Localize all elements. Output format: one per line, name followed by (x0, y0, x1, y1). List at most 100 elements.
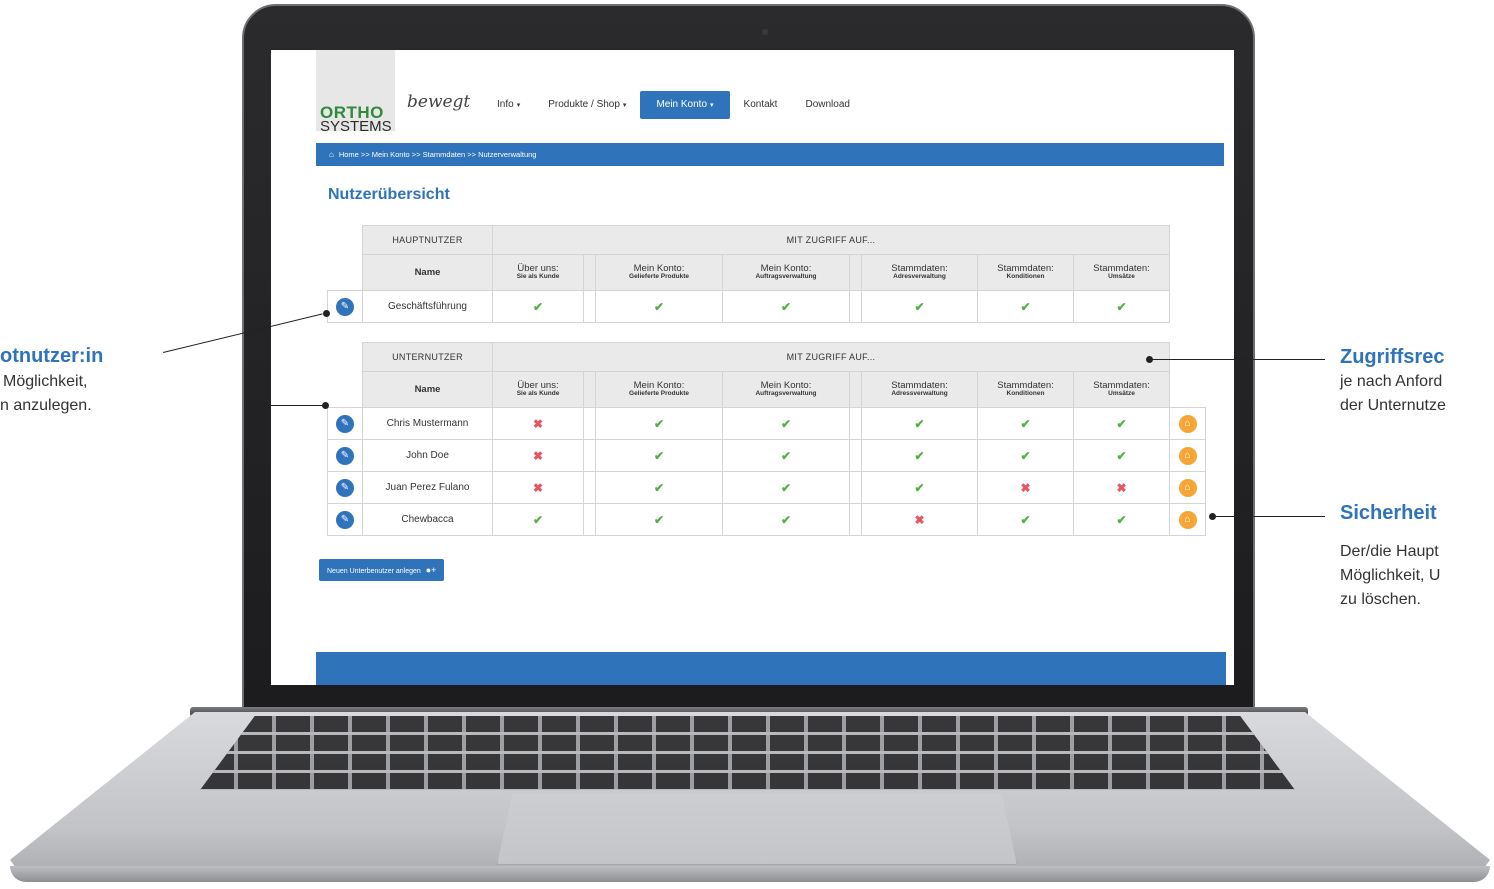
laptop-screen: ORTHO SYSTEMS bewegt Info ▾ Produkte / Sho… (271, 50, 1234, 685)
trash-icon[interactable]: ⌂ (1178, 478, 1197, 497)
nav-item-mein-konto[interactable]: Mein Konto ▾ (640, 91, 730, 119)
access-cell[interactable]: ✔ (722, 471, 850, 504)
column-gap (583, 503, 596, 536)
access-cell[interactable]: ✔ (861, 439, 978, 472)
trash-icon[interactable]: ⌂ (1178, 414, 1197, 433)
access-cell[interactable]: ✔ (595, 290, 723, 323)
access-cell[interactable]: ✔ (722, 503, 850, 536)
access-cell[interactable]: ✔ (492, 503, 584, 536)
logo-tagline: bewegt (407, 92, 471, 112)
nav-label: Mein Konto (656, 99, 708, 110)
check-icon: ✔ (780, 512, 792, 527)
cross-icon: ✖ (532, 448, 544, 463)
cross-icon: ✖ (1020, 480, 1031, 495)
column-header-sub: Auftragsverwaltung (755, 390, 817, 398)
column-header-sub: Adressverwaltung (891, 390, 948, 398)
check-icon: ✔ (1116, 448, 1127, 463)
access-cell[interactable]: ✔ (861, 471, 978, 504)
access-cell[interactable]: ✖ (861, 503, 978, 536)
column-header-sub: Gelieferte Produkte (629, 273, 689, 281)
check-icon: ✔ (780, 448, 792, 463)
access-cell[interactable]: ✔ (722, 439, 850, 472)
access-cell[interactable]: ✔ (1073, 407, 1170, 440)
column-header: Stammdaten: Adressverwaltung (861, 371, 978, 408)
access-cell[interactable]: ✔ (1073, 503, 1170, 536)
access-cell[interactable]: ✔ (1073, 439, 1170, 472)
check-icon: ✔ (1116, 416, 1127, 431)
nav-item-kontakt[interactable]: Kontakt (730, 91, 792, 119)
name-header: Name (362, 371, 493, 408)
annotation-access-text-1: je nach Anford (1340, 373, 1443, 390)
annotation-security-text-3: zu löschen. (1340, 591, 1421, 608)
column-header: Über uns: Sie als Kunde (492, 254, 584, 291)
blank-cell (328, 372, 363, 408)
nav-label: Info (497, 99, 514, 110)
access-cell[interactable]: ✔ (722, 290, 850, 323)
check-icon: ✔ (1020, 299, 1031, 314)
trash-icon[interactable]: ⌂ (1178, 510, 1197, 529)
page-title: Nutzerübersicht (328, 186, 450, 203)
column-header: Mein Konto: Auftragsverwaltung (722, 371, 850, 408)
access-cell[interactable]: ✔ (861, 407, 978, 440)
nav-label: Kontakt (743, 99, 778, 110)
annotation-main-user-title: otnutzer:in (0, 345, 104, 367)
footer-bar (316, 652, 1226, 685)
edit-pencil-icon[interactable]: ✎ (336, 297, 354, 316)
access-cell[interactable]: ✔ (977, 503, 1074, 536)
add-user-icon: ●+ (425, 565, 437, 575)
keyboard-rows (200, 716, 1295, 790)
access-cell[interactable]: ✔ (492, 290, 584, 323)
access-cell[interactable]: ✔ (977, 290, 1074, 323)
user-name[interactable]: Chris Mustermann (362, 407, 493, 440)
access-header: MIT ZUGRIFF AUF... (492, 342, 1170, 372)
nav-label: Download (805, 99, 850, 110)
check-icon: ✔ (780, 480, 792, 495)
home-icon[interactable]: ⌂ (329, 150, 334, 159)
nav-item-produkte-shop[interactable]: Produkte / Shop ▾ (534, 91, 640, 119)
leader-dot-main-user (323, 310, 330, 317)
user-name[interactable]: John Doe (362, 439, 493, 472)
column-gap (583, 371, 596, 408)
edit-pencil-icon[interactable]: ✎ (336, 478, 354, 497)
user-name[interactable]: Geschäftsführung (362, 290, 493, 323)
column-gap (583, 290, 596, 323)
access-cell[interactable]: ✖ (492, 471, 584, 504)
check-icon: ✔ (914, 299, 925, 314)
breadcrumb-text[interactable]: Home >> Mein Konto >> Stammdaten >> Nutz… (339, 150, 537, 159)
access-cell[interactable]: ✖ (492, 439, 584, 472)
cross-icon: ✖ (532, 416, 544, 431)
access-cell[interactable]: ✖ (977, 471, 1074, 504)
nav-item-download[interactable]: Download (791, 91, 863, 119)
access-cell[interactable]: ✔ (595, 503, 723, 536)
access-cell[interactable]: ✔ (977, 439, 1074, 472)
access-cell[interactable]: ✔ (595, 439, 723, 472)
new-subuser-button[interactable]: Neuen Unterbenutzer anlegen ●+ (319, 559, 445, 581)
trash-icon[interactable]: ⌂ (1178, 446, 1197, 465)
access-cell[interactable]: ✔ (977, 407, 1074, 440)
column-header-sub: Umsätze (1108, 390, 1135, 398)
access-cell[interactable]: ✔ (595, 407, 723, 440)
edit-pencil-icon[interactable]: ✎ (336, 446, 354, 465)
access-cell[interactable]: ✖ (492, 407, 584, 440)
access-cell[interactable]: ✔ (1073, 290, 1170, 323)
edit-pencil-icon[interactable]: ✎ (336, 414, 354, 433)
column-header-sub: Konditionen (1006, 273, 1045, 281)
access-cell[interactable]: ✔ (722, 407, 850, 440)
new-subuser-label: Neuen Unterbenutzer anlegen (327, 568, 421, 575)
column-header: Mein Konto: Gelieferte Produkte (595, 254, 723, 291)
leader-line-subuser (258, 405, 324, 406)
logo-systems[interactable]: SYSTEMS (320, 118, 392, 135)
edit-cell: ✎ (327, 471, 363, 504)
access-cell[interactable]: ✖ (1073, 471, 1170, 504)
leader-line-security (1213, 516, 1325, 517)
user-name[interactable]: Juan Perez Fulano (362, 471, 493, 504)
check-icon: ✔ (914, 448, 925, 463)
access-cell[interactable]: ✔ (861, 290, 978, 323)
column-gap (849, 471, 862, 504)
nav-item-info[interactable]: Info ▾ (483, 91, 534, 119)
edit-pencil-icon[interactable]: ✎ (336, 510, 354, 529)
trackpad (497, 793, 1017, 865)
access-cell[interactable]: ✔ (595, 471, 723, 504)
user-name[interactable]: Chewbacca (362, 503, 493, 536)
annotation-security-text-1: Der/die Haupt (1340, 543, 1439, 560)
